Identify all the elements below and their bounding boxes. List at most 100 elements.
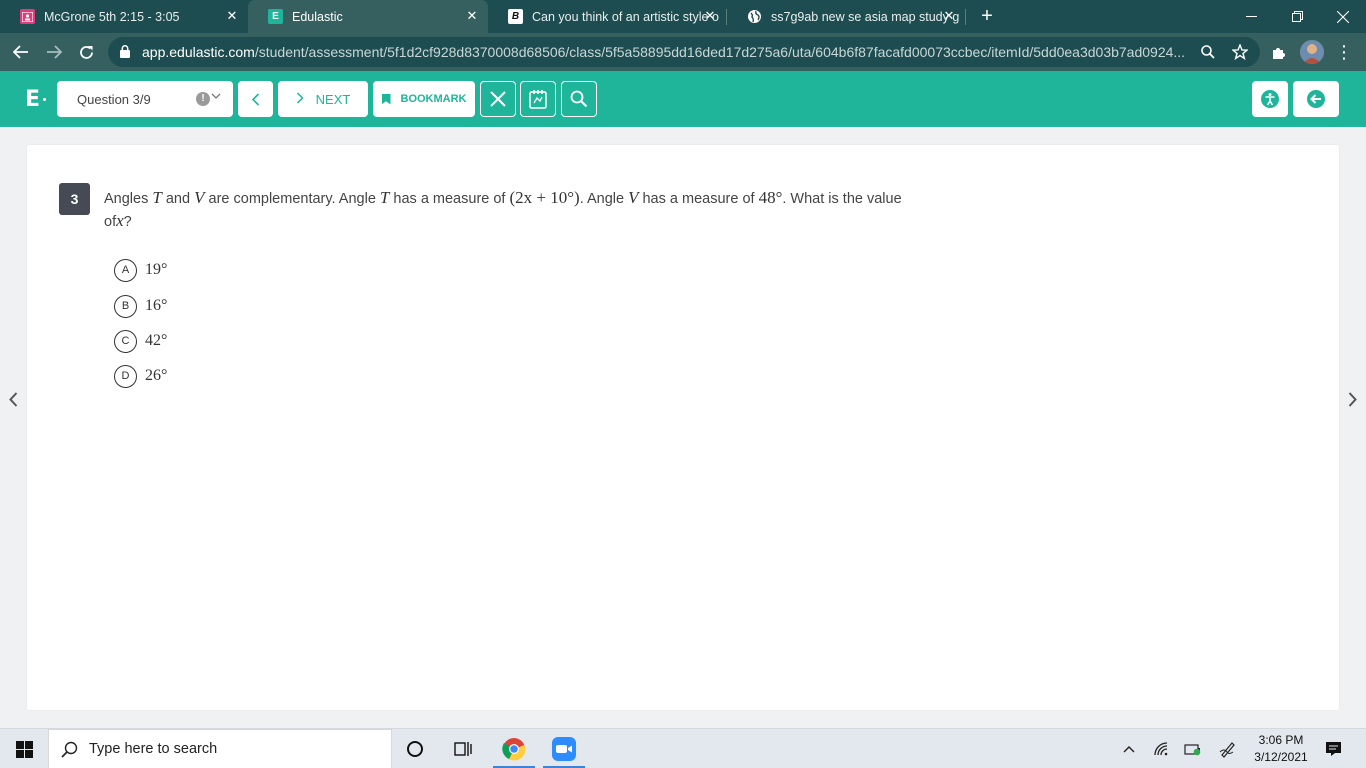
- tab-title: ss7g9ab new se asia map study g: [771, 9, 960, 24]
- url-host: app.edulastic.com: [142, 44, 255, 60]
- search-placeholder: Type here to search: [89, 741, 218, 757]
- url-path: /student/assessment/5f1d2cf928d8370008d6…: [254, 44, 1186, 60]
- browser-menu-icon[interactable]: ⋮: [1334, 39, 1354, 65]
- previous-page-arrow-icon[interactable]: [6, 388, 20, 410]
- windows-start-button[interactable]: [0, 729, 48, 768]
- search-icon: [570, 90, 588, 108]
- globe-icon: [747, 9, 762, 24]
- brainly-icon: B: [508, 9, 523, 24]
- taskbar-search-box[interactable]: Type here to search: [48, 729, 392, 768]
- next-question-button[interactable]: NEXT: [278, 81, 368, 117]
- zoom-icon[interactable]: [1198, 42, 1218, 62]
- star-bookmark-icon[interactable]: [1230, 42, 1250, 62]
- scratchpad-icon: [529, 90, 547, 109]
- assessment-header: E Question 3/9 ! NEXT BOOKMARK: [0, 71, 1366, 127]
- stem-text: are complementary. Angle: [204, 191, 380, 207]
- answer-eliminator-button[interactable]: [480, 81, 516, 117]
- math-variable: V: [194, 188, 205, 207]
- browser-tab-classroom[interactable]: McGrone 5th 2:15 - 3:05 ✕: [0, 0, 248, 33]
- stem-text: ?: [123, 214, 132, 230]
- address-bar[interactable]: app.edulastic.com/student/assessment/5f1…: [108, 37, 1260, 67]
- answer-choice-a[interactable]: A 19°: [114, 258, 167, 282]
- question-selector-label: Question 3/9: [77, 91, 151, 107]
- bookmark-icon: [381, 93, 391, 105]
- clock-date: 3/12/2021: [1254, 750, 1308, 764]
- profile-avatar[interactable]: [1300, 40, 1324, 64]
- browser-tab-map-study[interactable]: ss7g9ab new se asia map study g ✕: [727, 0, 965, 33]
- warning-icon: !: [196, 92, 210, 106]
- scratchpad-button[interactable]: [520, 81, 556, 117]
- tab-title: McGrone 5th 2:15 - 3:05: [44, 9, 180, 24]
- exit-assessment-button[interactable]: [1293, 81, 1339, 117]
- previous-question-button[interactable]: [238, 81, 273, 117]
- math-variable: x: [116, 211, 124, 230]
- exit-arrow-icon: [1307, 90, 1325, 108]
- wifi-icon[interactable]: [1152, 739, 1172, 759]
- window-close-icon[interactable]: [1320, 0, 1366, 33]
- math-variable: V: [628, 188, 639, 207]
- choice-letter: A: [114, 258, 137, 282]
- choice-value: 42°: [145, 332, 168, 349]
- task-view-icon[interactable]: [440, 729, 486, 768]
- extensions-puzzle-icon[interactable]: [1266, 39, 1292, 65]
- reload-icon[interactable]: [73, 39, 99, 65]
- math-variable: T: [152, 188, 162, 207]
- show-hidden-icons-chevron-icon[interactable]: [1119, 739, 1139, 759]
- minimize-icon[interactable]: [1228, 0, 1274, 33]
- search-icon: [61, 741, 78, 763]
- restore-icon[interactable]: [1274, 0, 1320, 33]
- classroom-icon: [20, 9, 35, 24]
- stem-text: Angles: [104, 191, 153, 207]
- browser-tab-brainly[interactable]: B Can you think of an artistic style o ✕: [488, 0, 726, 33]
- stem-text: has a measure of: [638, 191, 759, 207]
- browser-tab-edulastic[interactable]: E Edulastic ✕: [248, 0, 488, 33]
- pen-workspace-icon[interactable]: [1218, 739, 1238, 759]
- close-tab-icon[interactable]: ✕: [224, 8, 240, 24]
- math-expression: (2x + 10°): [509, 188, 580, 207]
- choice-value: 26°: [145, 367, 168, 384]
- cortana-icon[interactable]: [392, 729, 438, 768]
- close-tab-icon[interactable]: ✕: [941, 8, 957, 24]
- battery-icon[interactable]: [1183, 739, 1203, 759]
- windows-taskbar: Type here to search 3:06 PM 3/12/2021: [0, 728, 1366, 768]
- close-tab-icon[interactable]: ✕: [464, 8, 480, 24]
- choice-letter: D: [114, 364, 137, 388]
- math-expression: 48°: [758, 188, 783, 207]
- bookmark-button[interactable]: BOOKMARK: [373, 81, 475, 117]
- stem-text: has a measure of: [389, 191, 510, 207]
- choice-letter: B: [114, 294, 137, 318]
- magnifier-button[interactable]: [561, 81, 597, 117]
- logo-dot: [43, 98, 46, 101]
- question-selector[interactable]: Question 3/9 !: [57, 81, 233, 117]
- zoom-taskbar-icon[interactable]: [541, 729, 587, 768]
- next-page-arrow-icon[interactable]: [1345, 388, 1359, 410]
- choice-value: 19°: [145, 261, 168, 278]
- tab-title: Edulastic: [292, 9, 343, 24]
- answer-choice-b[interactable]: B 16°: [114, 294, 167, 318]
- tab-title: Can you think of an artistic style o: [532, 9, 719, 24]
- question-number-badge: 3: [59, 183, 90, 215]
- choice-value: 16°: [145, 297, 168, 314]
- back-arrow-icon[interactable]: [8, 39, 34, 65]
- clock-time: 3:06 PM: [1258, 733, 1304, 747]
- question-panel: 3 Angles T and V are complementary. Angl…: [27, 145, 1339, 710]
- edulastic-icon: E: [268, 9, 283, 24]
- chrome-taskbar-icon[interactable]: [491, 729, 537, 768]
- tab-separator: [965, 9, 966, 25]
- chevron-right-icon: [296, 91, 304, 108]
- math-variable: T: [379, 188, 390, 207]
- bookmark-button-label: BOOKMARK: [400, 93, 467, 105]
- accessibility-button[interactable]: [1252, 81, 1288, 117]
- edulastic-logo: E: [25, 87, 41, 112]
- answer-choice-c[interactable]: C 42°: [114, 329, 167, 353]
- notifications-icon[interactable]: [1323, 739, 1343, 759]
- answer-choice-d[interactable]: D 26°: [114, 364, 167, 388]
- close-tab-icon[interactable]: ✕: [702, 8, 718, 24]
- next-button-label: NEXT: [315, 91, 351, 107]
- new-tab-icon[interactable]: +: [977, 6, 997, 26]
- forward-arrow-icon[interactable]: [41, 39, 67, 65]
- stem-text: . Angle: [579, 191, 629, 207]
- taskbar-clock[interactable]: 3:06 PM 3/12/2021: [1250, 732, 1312, 766]
- browser-tab-strip: McGrone 5th 2:15 - 3:05 ✕ E Edulastic ✕ …: [0, 0, 1366, 33]
- windows-logo-icon: [15, 740, 33, 758]
